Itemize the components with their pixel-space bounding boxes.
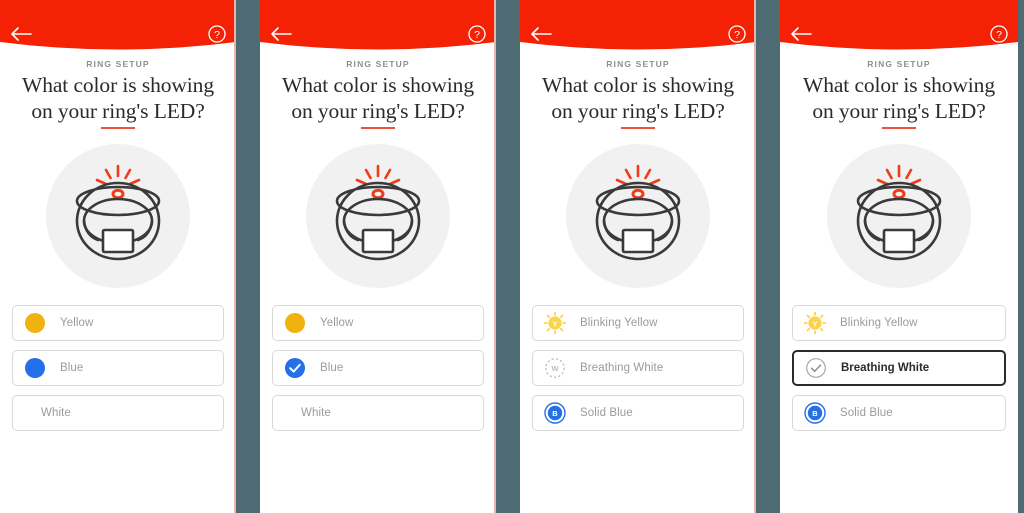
option-breathing-white[interactable]: Breathing White [792, 350, 1006, 386]
svg-text:Y: Y [812, 319, 817, 328]
app-header-bar [260, 0, 496, 52]
page-title: What color is showing on your ring's LED? [780, 72, 1018, 124]
section-eyebrow-label: RING SETUP [867, 59, 931, 69]
page-title: What color is showing on your ring's LED? [0, 72, 236, 124]
app-header-bar [780, 0, 1018, 52]
option-label: Blinking Yellow [840, 317, 918, 329]
svg-text:B: B [552, 409, 558, 418]
svg-text:B: B [812, 409, 818, 418]
led-color-option-list: Y Blinking Yellow W Breathing White B Solid B… [532, 305, 744, 431]
option-label: Solid Blue [580, 407, 633, 419]
page-title-line-2: on your ring's LED? [31, 99, 205, 123]
help-question-icon[interactable]: ? [468, 25, 486, 43]
svg-text:W: W [551, 364, 559, 373]
option-blinking-yellow[interactable]: Y Blinking Yellow [532, 305, 744, 341]
page-title-line-1: What color is showing [803, 73, 995, 97]
title-divider [621, 127, 655, 129]
option-label: White [301, 407, 331, 419]
back-arrow-icon[interactable] [270, 26, 292, 42]
ring-device-led-illustration [306, 144, 450, 288]
gray-check-circle-icon [805, 357, 827, 379]
panel-gutter [234, 0, 262, 513]
page-title-line-1: What color is showing [22, 73, 214, 97]
panel-1: ? RING SETUP What color is showing on your … [0, 0, 236, 513]
page-title-line-2: on your ring's LED? [812, 99, 986, 123]
help-question-icon[interactable]: ? [208, 25, 226, 43]
option-label: Blue [60, 362, 84, 374]
ring-device-led-illustration [566, 144, 710, 288]
page-title-line-2: on your ring's LED? [291, 99, 465, 123]
back-arrow-icon[interactable] [10, 26, 32, 42]
option-white[interactable]: White [12, 395, 224, 431]
page-title-line-1: What color is showing [282, 73, 474, 97]
blinking-yellow-sun-icon: Y [544, 312, 566, 334]
option-blinking-yellow[interactable]: Y Blinking Yellow [792, 305, 1006, 341]
svg-text:?: ? [996, 29, 1002, 41]
back-arrow-icon[interactable] [790, 26, 812, 42]
option-label: Blinking Yellow [580, 317, 658, 329]
option-label: Blue [320, 362, 344, 374]
option-solid-blue[interactable]: B Solid Blue [792, 395, 1006, 431]
title-divider [361, 127, 395, 129]
panel-gutter [754, 0, 782, 513]
page-title-line-2: on your ring's LED? [551, 99, 725, 123]
led-color-option-list: Yellow Blue White [12, 305, 224, 431]
led-color-option-list: Y Blinking Yellow Breathing White B Solid Bl… [792, 305, 1006, 431]
option-label: Breathing White [841, 362, 930, 374]
panel-gutter [494, 0, 522, 513]
page-title: What color is showing on your ring's LED? [260, 72, 496, 124]
section-eyebrow-label: RING SETUP [606, 59, 670, 69]
section-eyebrow-label: RING SETUP [346, 59, 410, 69]
panel-3: ? RING SETUP What color is showing on your … [520, 0, 756, 513]
svg-text:Y: Y [552, 319, 557, 328]
app-header-bar [0, 0, 236, 52]
option-label: Breathing White [580, 362, 664, 374]
option-breathing-white[interactable]: W Breathing White [532, 350, 744, 386]
breathing-white-dashed-icon: W [544, 357, 566, 379]
panel-4: ? RING SETUP What color is showing on your … [780, 0, 1018, 513]
option-solid-blue[interactable]: B Solid Blue [532, 395, 744, 431]
solid-blue-ring-icon: B [544, 402, 566, 424]
option-label: Yellow [320, 317, 354, 329]
help-question-icon[interactable]: ? [990, 25, 1008, 43]
section-eyebrow-label: RING SETUP [86, 59, 150, 69]
solid-blue-ring-icon: B [804, 402, 826, 424]
option-blue[interactable]: Blue [272, 350, 484, 386]
page-title: What color is showing on your ring's LED? [520, 72, 756, 124]
screenshot-stage: ? RING SETUP What color is showing on your … [0, 0, 1024, 513]
ring-device-led-illustration [827, 144, 971, 288]
page-title-line-1: What color is showing [542, 73, 734, 97]
option-blue[interactable]: Blue [12, 350, 224, 386]
help-question-icon[interactable]: ? [728, 25, 746, 43]
svg-text:?: ? [734, 29, 740, 41]
panel-2: ? RING SETUP What color is showing on your … [260, 0, 496, 513]
led-color-option-list: Yellow Blue White [272, 305, 484, 431]
title-divider [882, 127, 916, 129]
blinking-yellow-sun-icon: Y [804, 312, 826, 334]
svg-text:?: ? [474, 29, 480, 41]
yellow-dot-icon [24, 312, 46, 334]
app-header-bar [520, 0, 756, 52]
back-arrow-icon[interactable] [530, 26, 552, 42]
option-yellow[interactable]: Yellow [272, 305, 484, 341]
option-white[interactable]: White [272, 395, 484, 431]
option-label: White [41, 407, 71, 419]
title-divider [101, 127, 135, 129]
option-label: Yellow [60, 317, 94, 329]
blue-check-circle-icon [284, 357, 306, 379]
blue-dot-icon [24, 357, 46, 379]
yellow-dot-icon [284, 312, 306, 334]
option-yellow[interactable]: Yellow [12, 305, 224, 341]
ring-device-led-illustration [46, 144, 190, 288]
svg-text:?: ? [214, 29, 220, 41]
option-label: Solid Blue [840, 407, 893, 419]
